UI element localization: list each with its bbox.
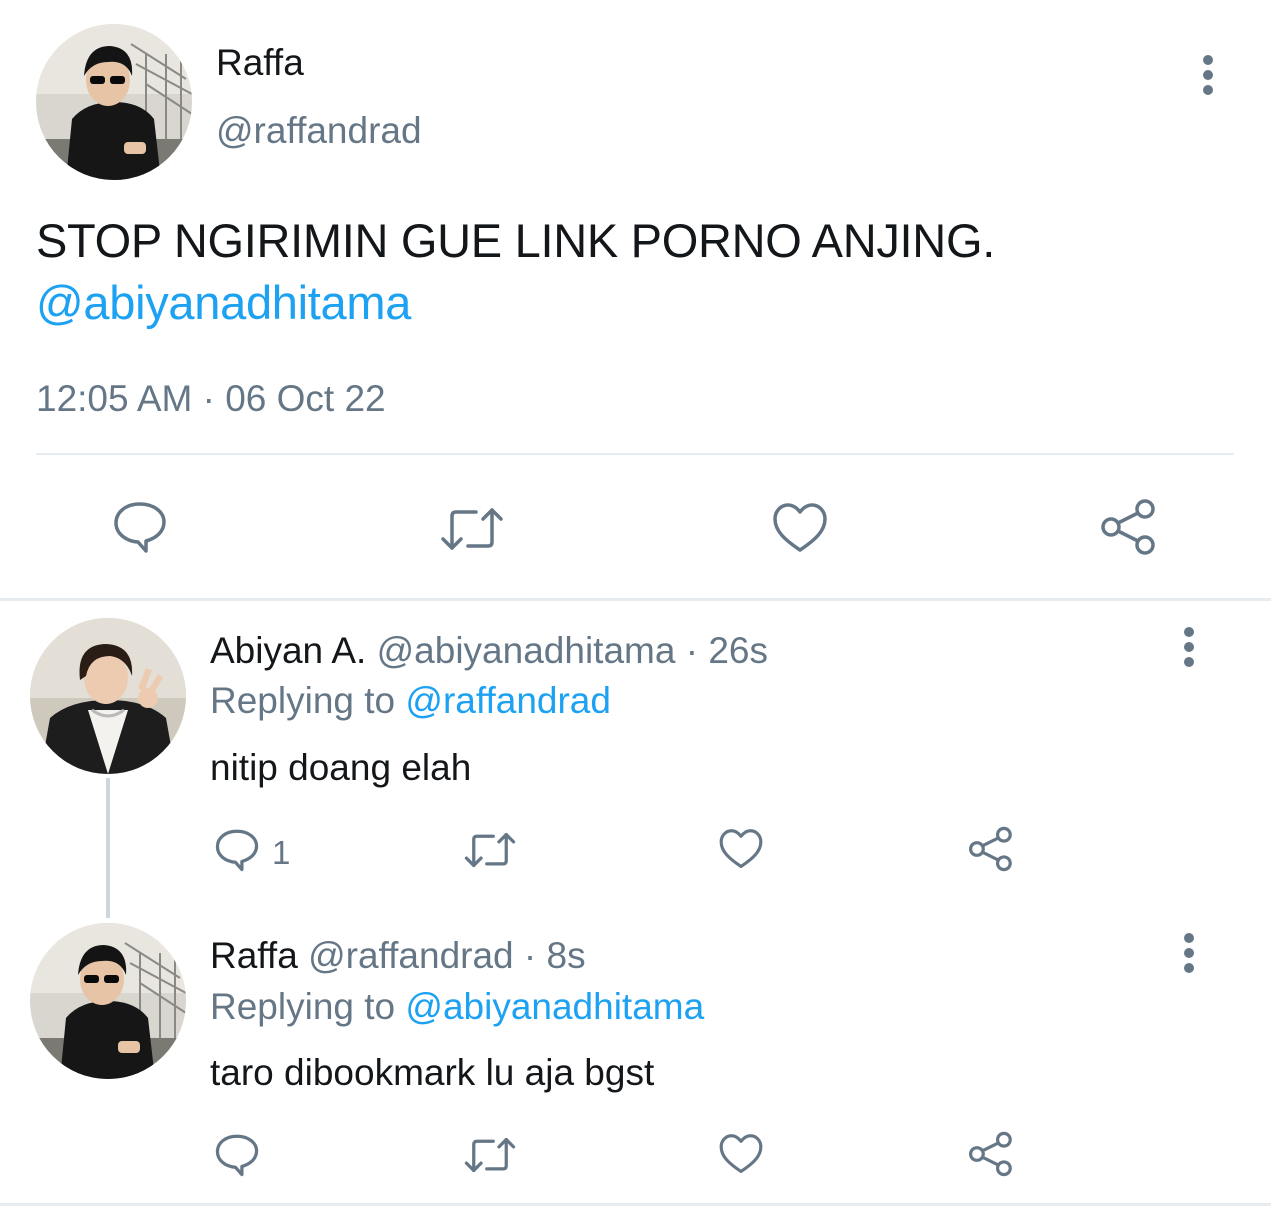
like-button[interactable]: [718, 1133, 764, 1175]
like-icon: [773, 503, 827, 552]
share-icon: [969, 1131, 1012, 1177]
retweet-icon: [464, 832, 516, 868]
more-dot-icon: [1203, 55, 1213, 65]
reply-header: Abiyan A. @abiyanadhitama · 26s: [210, 630, 768, 672]
more-options-button[interactable]: [1190, 50, 1226, 100]
more-dot-icon: [1203, 85, 1213, 95]
replying-to-line: Replying to @abiyanadhitama: [210, 986, 704, 1028]
reply-time[interactable]: 26s: [708, 630, 768, 671]
avatar-raffa[interactable]: [36, 24, 192, 180]
avatar-abiyan[interactable]: [30, 618, 186, 774]
author-name[interactable]: Raffa: [216, 42, 304, 84]
reply-button[interactable]: [214, 828, 260, 872]
share-icon: [1101, 499, 1155, 555]
tweet-body: STOP NGIRIMIN GUE LINK PORNO ANJING.: [36, 214, 995, 267]
like-button[interactable]: [771, 502, 829, 554]
tweet-text: STOP NGIRIMIN GUE LINK PORNO ANJING. @ab…: [36, 210, 995, 334]
replying-to-label: Replying to: [210, 680, 396, 721]
section-divider: [0, 598, 1271, 601]
divider: [36, 453, 1234, 455]
reply-text: nitip doang elah: [210, 747, 472, 788]
avatar-image: [30, 923, 186, 1079]
reply-button[interactable]: [214, 1133, 260, 1177]
replying-to-link[interactable]: @abiyanadhitama: [405, 986, 704, 1027]
reply-icon: [215, 1134, 259, 1177]
reply-author-name[interactable]: Abiyan A.: [210, 630, 366, 671]
share-button[interactable]: [968, 826, 1016, 872]
reply-button[interactable]: [112, 500, 168, 554]
more-dot-icon: [1184, 657, 1194, 667]
more-dot-icon: [1184, 963, 1194, 973]
more-options-button[interactable]: [1171, 622, 1207, 672]
avatar-raffa[interactable]: [30, 923, 186, 1079]
reply-time[interactable]: 8s: [547, 935, 586, 976]
retweet-icon: [441, 508, 503, 550]
replying-to-label: Replying to: [210, 986, 396, 1027]
share-button[interactable]: [968, 1131, 1016, 1177]
more-dot-icon: [1184, 642, 1194, 652]
reply-icon: [215, 829, 259, 872]
replying-to-link[interactable]: @raffandrad: [405, 680, 611, 721]
reply-header: Raffa @raffandrad · 8s: [210, 935, 586, 977]
separator: ·: [675, 630, 709, 671]
retweet-icon: [464, 1137, 516, 1173]
like-icon: [719, 1134, 763, 1174]
tweet-mention-link[interactable]: @abiyanadhitama: [36, 272, 995, 334]
retweet-button[interactable]: [464, 1136, 516, 1174]
like-icon: [719, 829, 763, 869]
more-dot-icon: [1184, 933, 1194, 943]
retweet-button[interactable]: [464, 831, 516, 869]
like-button[interactable]: [718, 828, 764, 870]
reply-icon: [114, 502, 166, 553]
thread-connector: [106, 778, 110, 918]
retweet-button[interactable]: [440, 506, 504, 552]
share-button[interactable]: [1100, 498, 1160, 556]
reply-text: taro dibookmark lu aja bgst: [210, 1052, 655, 1093]
more-dot-icon: [1203, 70, 1213, 80]
reply-author-name[interactable]: Raffa: [210, 935, 298, 976]
more-options-button[interactable]: [1171, 928, 1207, 978]
tweet-timestamp[interactable]: 12:05 AM · 06 Oct 22: [36, 378, 386, 420]
replying-to-line: Replying to @raffandrad: [210, 680, 611, 722]
more-dot-icon: [1184, 948, 1194, 958]
reply-author-handle[interactable]: @abiyanadhitama: [377, 630, 676, 671]
reply-count: 1: [272, 834, 291, 871]
avatar-image: [36, 24, 192, 180]
reply-author-handle[interactable]: @raffandrad: [308, 935, 514, 976]
share-icon: [969, 826, 1012, 872]
more-dot-icon: [1184, 627, 1194, 637]
separator: ·: [513, 935, 547, 976]
author-handle[interactable]: @raffandrad: [216, 110, 422, 152]
avatar-image: [30, 618, 186, 774]
